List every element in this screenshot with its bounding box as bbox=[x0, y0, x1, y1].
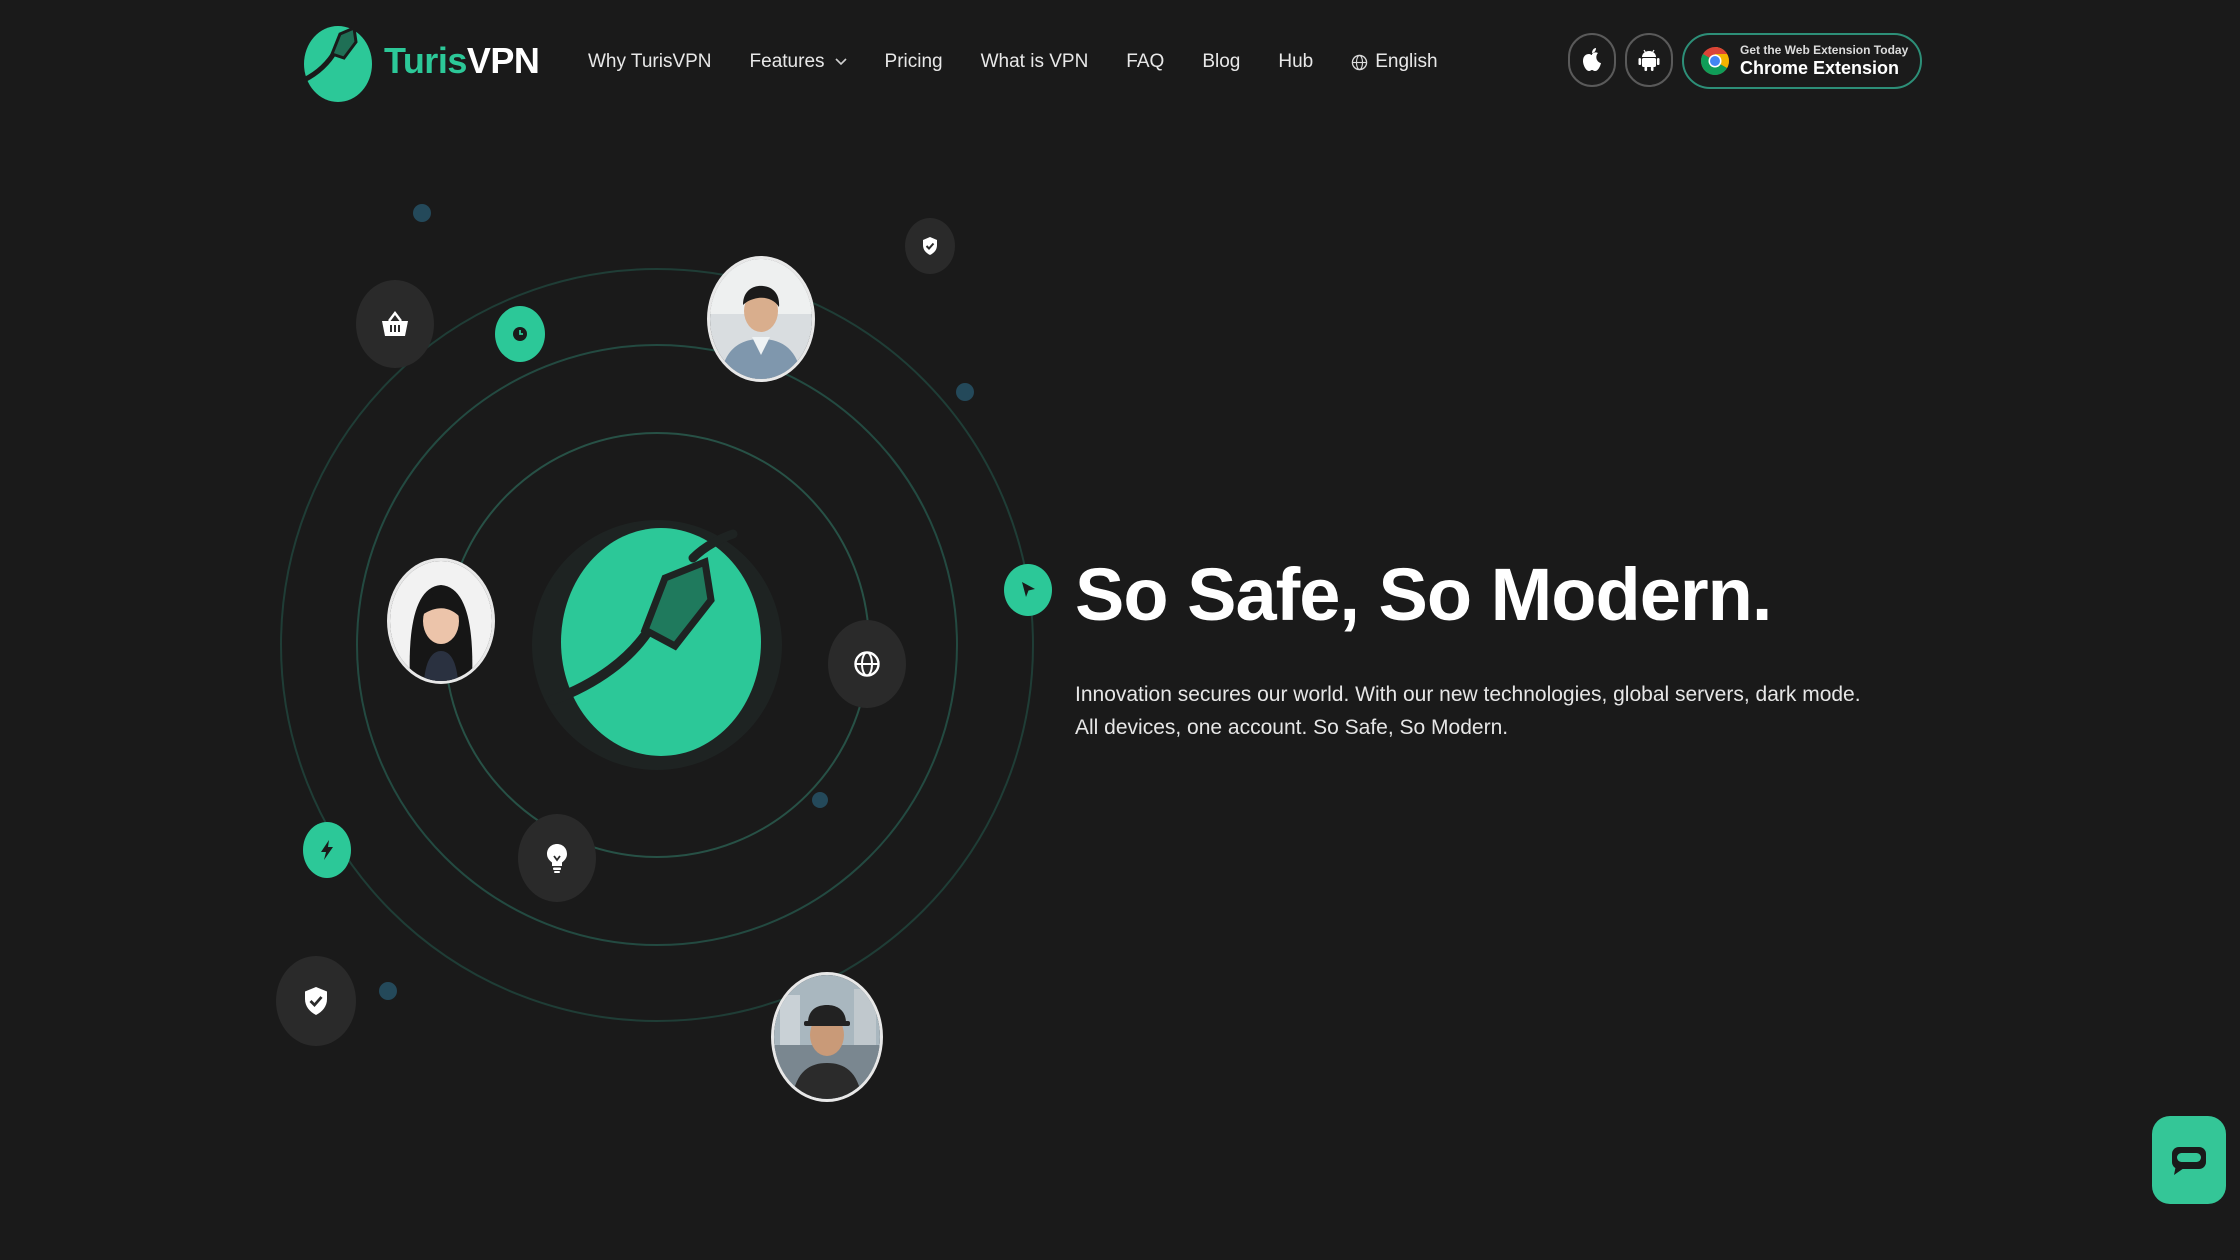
basket-node bbox=[356, 280, 434, 368]
language-label: English bbox=[1375, 51, 1438, 72]
shield-check-icon bbox=[923, 237, 937, 255]
clock-icon bbox=[513, 327, 527, 341]
chrome-big-label: Chrome Extension bbox=[1740, 58, 1900, 79]
globe-icon bbox=[1351, 54, 1368, 70]
hero-title: So Safe, So Modern. bbox=[1075, 553, 1772, 636]
android-icon bbox=[1638, 49, 1660, 71]
nav-label: Pricing bbox=[884, 51, 943, 72]
lightbulb-node bbox=[518, 814, 596, 902]
globe-icon bbox=[854, 651, 880, 677]
orbit-dot bbox=[413, 204, 431, 222]
basket-icon bbox=[382, 311, 408, 336]
nav-features[interactable]: Features bbox=[750, 51, 847, 73]
brand-name-part1: Turis bbox=[384, 40, 467, 81]
clock-node bbox=[495, 306, 545, 362]
person-photo bbox=[774, 975, 880, 1099]
person-photo bbox=[710, 259, 812, 379]
orbit-rings bbox=[280, 268, 1034, 1022]
chat-icon bbox=[2172, 1147, 2206, 1175]
language-selector[interactable]: English bbox=[1351, 51, 1438, 73]
hero-description-line-2: All devices, one account. So Safe, So Mo… bbox=[1075, 716, 1509, 739]
hero-description-line-1: Innovation secures our world. With our n… bbox=[1075, 683, 1861, 706]
hero-marker bbox=[1004, 564, 1052, 616]
orbit-dot bbox=[379, 982, 397, 1000]
nav-why-turisvpn[interactable]: Why TurisVPN bbox=[588, 51, 712, 73]
chrome-extension-button[interactable]: Get the Web Extension Today Chrome Exten… bbox=[1682, 33, 1922, 89]
nav-label: Features bbox=[749, 51, 825, 72]
nav-label: Blog bbox=[1202, 51, 1241, 72]
cursor-arrow-icon bbox=[1022, 582, 1035, 597]
shield-node-small bbox=[905, 218, 955, 274]
apple-icon bbox=[1583, 48, 1601, 71]
brand-name-part2: VPN bbox=[466, 40, 540, 81]
center-brand-logo-icon bbox=[548, 528, 761, 756]
avatar-woman bbox=[387, 558, 495, 684]
nav-pricing[interactable]: Pricing bbox=[885, 51, 943, 73]
nav-label: Why TurisVPN bbox=[588, 51, 712, 72]
person-photo bbox=[390, 561, 492, 681]
site-header: TurisVPN Why TurisVPN Features Pricing W… bbox=[0, 0, 2240, 120]
chrome-icon bbox=[1701, 47, 1729, 75]
orbit-dot bbox=[956, 383, 974, 401]
nav-blog[interactable]: Blog bbox=[1202, 51, 1240, 73]
orbit-dot bbox=[812, 792, 828, 808]
nav-label: Hub bbox=[1278, 51, 1314, 72]
avatar-man-bottom bbox=[771, 972, 883, 1102]
hero-description: Innovation secures our world. With our n… bbox=[1075, 678, 1895, 744]
brand-logo-icon bbox=[301, 18, 372, 102]
chrome-small-label: Get the Web Extension Today bbox=[1740, 42, 1909, 57]
shield-check-icon bbox=[305, 987, 327, 1015]
chevron-down-icon bbox=[834, 58, 847, 66]
avatar-man-top bbox=[707, 256, 815, 382]
orbit-illustration bbox=[0, 120, 1040, 1120]
nav-faq[interactable]: FAQ bbox=[1126, 51, 1164, 73]
main-nav: Why TurisVPN Features Pricing What is VP… bbox=[588, 44, 1476, 80]
android-download-button[interactable] bbox=[1625, 33, 1673, 87]
apple-download-button[interactable] bbox=[1568, 33, 1616, 87]
nav-label: What is VPN bbox=[980, 51, 1089, 72]
nav-hub[interactable]: Hub bbox=[1278, 51, 1313, 73]
chat-widget-button[interactable] bbox=[2152, 1116, 2226, 1204]
brand-wordmark: TurisVPN bbox=[384, 40, 540, 82]
nav-what-is-vpn[interactable]: What is VPN bbox=[981, 51, 1089, 73]
brand-logo[interactable]: TurisVPN bbox=[298, 18, 540, 104]
globe-node bbox=[828, 620, 906, 708]
nav-label: FAQ bbox=[1126, 51, 1165, 72]
bolt-node bbox=[303, 822, 351, 878]
bolt-icon bbox=[321, 840, 333, 860]
lightbulb-icon bbox=[547, 844, 567, 873]
shield-node-large bbox=[276, 956, 356, 1046]
chrome-extension-texts: Get the Web Extension Today Chrome Exten… bbox=[1740, 44, 1908, 78]
